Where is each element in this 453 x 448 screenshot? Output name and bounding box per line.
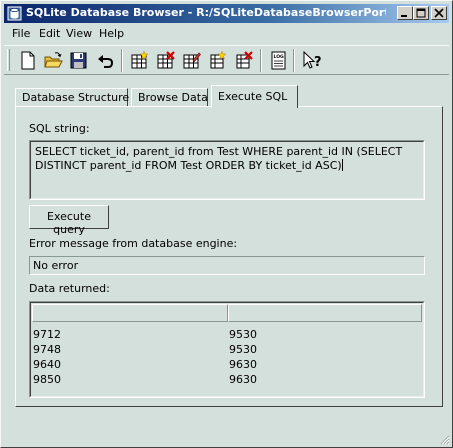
resize-grip-icon xyxy=(440,435,450,445)
close-button[interactable] xyxy=(431,6,447,20)
toolbar-separator xyxy=(260,49,262,72)
toolbar-separator xyxy=(293,49,295,72)
open-database-button[interactable] xyxy=(42,49,65,72)
new-database-button[interactable] xyxy=(16,49,39,72)
sql-log-button[interactable]: LOG xyxy=(267,49,290,72)
log-icon: LOG xyxy=(271,51,286,70)
title-bar[interactable]: SQLite Database Browser - R:/SQLiteDatab… xyxy=(4,4,449,23)
menu-help[interactable]: Help xyxy=(99,27,124,40)
delete-table-icon xyxy=(157,51,175,69)
menu-edit[interactable]: Edit xyxy=(39,27,60,40)
whats-this-icon: ? xyxy=(303,51,322,70)
toolbar-separator xyxy=(121,49,123,72)
maximize-icon xyxy=(416,8,426,18)
resize-grip[interactable] xyxy=(438,433,450,445)
close-icon xyxy=(434,8,444,18)
window-title: SQLite Database Browser - R:/SQLiteDatab… xyxy=(26,6,386,19)
new-file-icon xyxy=(21,51,35,70)
table-cell: 9748 xyxy=(33,343,61,356)
save-button[interactable] xyxy=(67,49,90,72)
execute-sql-panel: SQL string: SELECT ticket_id, parent_id … xyxy=(15,106,443,407)
delete-index-button[interactable] xyxy=(232,49,255,72)
menu-bar: File Edit View Help xyxy=(4,25,449,43)
delete-table-button[interactable] xyxy=(154,49,177,72)
svg-text:LOG: LOG xyxy=(274,54,285,60)
whats-this-button[interactable]: ? xyxy=(300,49,323,72)
sql-line: DISTINCT parent_id FROM Test ORDER BY ti… xyxy=(35,159,419,173)
open-folder-icon xyxy=(44,52,63,68)
table-cell: 9712 xyxy=(33,328,61,341)
minimize-button[interactable] xyxy=(397,6,413,20)
toolbar: LOG ? xyxy=(4,45,449,75)
app-database-icon xyxy=(7,6,22,21)
table-cell: 9530 xyxy=(229,343,257,356)
modify-table-icon xyxy=(183,52,201,69)
create-index-button[interactable] xyxy=(206,49,229,72)
svg-text:?: ? xyxy=(314,55,322,70)
sql-line: SELECT ticket_id, parent_id from Test WH… xyxy=(35,145,403,158)
undo-icon xyxy=(98,55,114,68)
sql-editor[interactable]: SELECT ticket_id, parent_id from Test WH… xyxy=(29,140,425,200)
delete-index-icon xyxy=(236,51,253,69)
sql-text: SELECT ticket_id, parent_id from Test WH… xyxy=(35,145,419,173)
save-disk-icon xyxy=(70,52,87,69)
sql-string-label: SQL string: xyxy=(29,122,90,135)
tab-execute-sql[interactable]: Execute SQL xyxy=(211,85,298,108)
column-header[interactable] xyxy=(32,304,228,322)
results-table[interactable]: 9712 9530 9748 9530 9640 9630 9850 9630 xyxy=(29,301,425,398)
table-cell: 9630 xyxy=(229,358,257,371)
column-header[interactable] xyxy=(228,304,422,322)
table-cell: 9630 xyxy=(229,373,257,386)
sql-line-text: DISTINCT parent_id FROM Test ORDER BY ti… xyxy=(35,159,342,172)
text-cursor xyxy=(341,159,343,171)
error-message-label: Error message from database engine: xyxy=(29,237,238,250)
main-window: SQLite Database Browser - R:/SQLiteDatab… xyxy=(0,0,453,448)
create-table-icon xyxy=(131,51,149,69)
menu-view[interactable]: View xyxy=(66,27,92,40)
error-message-field: No error xyxy=(29,256,425,275)
table-cell: 9530 xyxy=(229,328,257,341)
tab-browse-data[interactable]: Browse Data xyxy=(131,88,208,107)
execute-query-button[interactable]: Execute query xyxy=(29,205,109,236)
tab-database-structure[interactable]: Database Structure xyxy=(15,88,129,107)
maximize-button[interactable] xyxy=(413,6,429,20)
table-cell: 9850 xyxy=(33,373,61,386)
minimize-icon xyxy=(401,15,407,17)
create-index-icon xyxy=(210,51,227,69)
toolbar-grip[interactable] xyxy=(7,49,10,71)
error-message-value: No error xyxy=(33,259,79,272)
data-returned-label: Data returned: xyxy=(29,282,110,295)
table-cell: 9640 xyxy=(33,358,61,371)
undo-button[interactable] xyxy=(94,49,117,72)
menu-file[interactable]: File xyxy=(12,27,30,40)
modify-table-button[interactable] xyxy=(180,49,203,72)
create-table-button[interactable] xyxy=(128,49,151,72)
